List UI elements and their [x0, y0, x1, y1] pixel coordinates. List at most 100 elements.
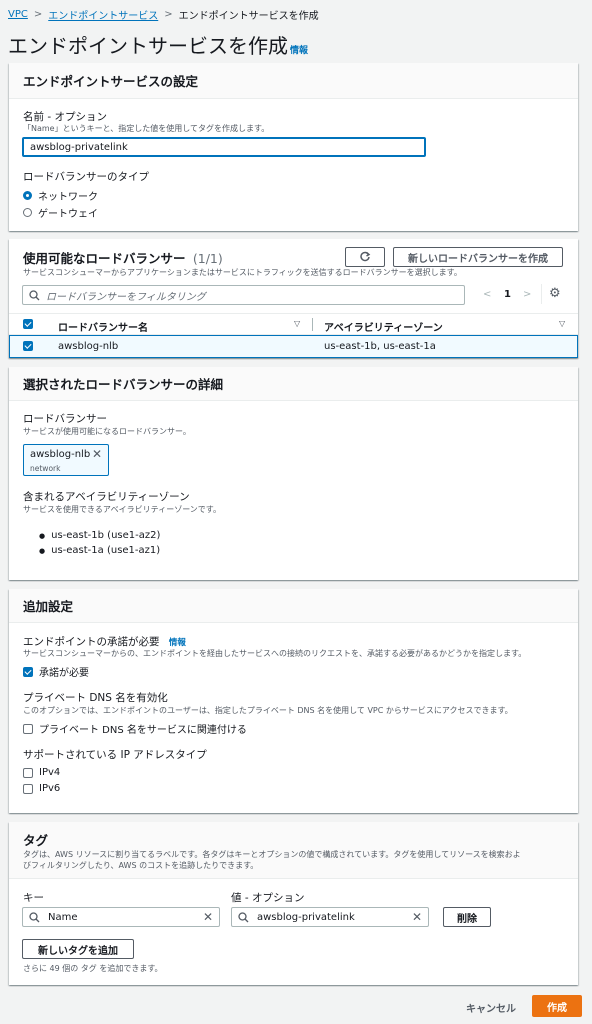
gear-icon[interactable]: ⚙: [549, 286, 561, 301]
dns-checkbox-row[interactable]: プライベート DNS 名をサービスに関連付ける: [23, 721, 247, 736]
table-row[interactable]: awsblog-nlb us-east-1b, us-east-1a: [9, 335, 578, 358]
info-link[interactable]: 情報: [290, 43, 308, 56]
col-az[interactable]: アベイラビリティーゾーン: [324, 319, 443, 334]
zone-item: us-east-1a (use1-az1): [51, 545, 161, 556]
list-item: ● us-east-1b (use1-az2): [39, 530, 160, 541]
tags-desc-2: びフィルタリングしたり、AWS のコストを追跡したりできます。: [23, 861, 259, 870]
token-type: network: [30, 464, 61, 473]
tag-key-value: Name: [48, 911, 78, 923]
name-label: 名前 - オプション: [23, 111, 107, 123]
lb-type-label: ロードバランサーのタイプ: [23, 171, 149, 183]
lb-label: ロードバランサー: [23, 413, 107, 425]
available-lbs-count: (1/1): [192, 251, 223, 266]
add-tag-button[interactable]: 新しいタグを追加: [22, 939, 134, 959]
available-lbs-heading: 使用可能なロードバランサー (1/1): [23, 248, 223, 267]
ipv6-checkbox[interactable]: [23, 783, 33, 794]
chevron-right-icon[interactable]: >: [523, 289, 531, 300]
table-header: ロードバランサー名 ▽ アベイラビリティーゾーン ▽: [9, 313, 578, 335]
accept-info-link[interactable]: 情報: [169, 638, 186, 648]
radio-unselected-icon[interactable]: [23, 208, 32, 217]
chevron-right-icon: >: [164, 9, 173, 20]
list-item: ● us-east-1a (use1-az1): [39, 545, 160, 556]
search-icon: [238, 911, 249, 922]
tag-value-input[interactable]: awsblog-privatelink ✕: [231, 907, 429, 927]
radio-network-label: ネットワーク: [38, 192, 98, 203]
key-label: キー: [23, 892, 44, 904]
clear-icon[interactable]: ✕: [203, 910, 213, 924]
name-input[interactable]: awsblog-privatelink: [22, 137, 426, 157]
search-icon: [29, 911, 40, 922]
breadcrumb: VPC > エンドポイントサービス > エンドポイントサービスを作成: [8, 7, 319, 22]
ipv6-label: IPv6: [39, 783, 61, 794]
sort-icon[interactable]: ▽: [294, 319, 300, 328]
remove-tag-button[interactable]: 削除: [443, 907, 491, 927]
tags-desc-1: タグは、AWS リソースに割り当てるラベルです。各タグはキーとオプションの値で構…: [23, 850, 521, 859]
additional-panel: 追加設定 エンドポイントの承諾が必要 情報 サービスコンシューマーからの、エンド…: [9, 589, 578, 813]
create-lb-button[interactable]: 新しいロードバランサーを作成: [393, 247, 563, 267]
tag-value-value: awsblog-privatelink: [257, 911, 355, 923]
dns-desc: このオプションでは、エンドポイントのユーザーは、指定したプライベート DNS 名…: [23, 706, 513, 715]
az-desc: サービスを使用できるアベイラビリティーゾーンです。: [23, 505, 221, 514]
page-title-text: エンドポイントサービスを作成: [8, 34, 288, 58]
accept-label-text: エンドポイントの承諾が必要: [23, 636, 160, 648]
refresh-icon: [360, 251, 371, 262]
close-icon[interactable]: ✕: [92, 447, 102, 461]
filter-placeholder: ロードバランサーをフィルタリング: [46, 291, 206, 303]
tags-panel: タグ タグは、AWS リソースに割り当てるラベルです。各タグはキーとオプションの…: [9, 822, 578, 985]
additional-heading: 追加設定: [9, 589, 578, 623]
ipv4-checkbox[interactable]: [23, 767, 33, 778]
dns-checkbox-label: プライベート DNS 名をサービスに関連付ける: [39, 725, 247, 736]
token-name: awsblog-nlb: [30, 449, 91, 460]
radio-selected-icon[interactable]: [23, 191, 32, 200]
accept-checkbox-label: 承諾が必要: [39, 668, 89, 679]
page-number[interactable]: 1: [504, 289, 511, 300]
bullet-icon: ●: [39, 546, 46, 555]
accept-desc: サービスコンシューマーからの、エンドポイントを経由したサービスへの接続のリクエス…: [23, 649, 527, 658]
page-title: エンドポイントサービスを作成 情報: [8, 30, 308, 59]
ip-label: サポートされている IP アドレスタイプ: [23, 749, 207, 761]
create-button[interactable]: 作成: [532, 995, 582, 1017]
tags-hint: さらに 49 個の タグ を追加できます。: [23, 964, 163, 973]
search-icon: [29, 289, 40, 300]
tags-heading: タグ: [23, 833, 49, 848]
chevron-right-icon: >: [33, 9, 43, 20]
ipv4-label: IPv4: [39, 767, 61, 778]
column-divider: [312, 318, 313, 331]
dns-checkbox[interactable]: [23, 723, 33, 734]
chevron-left-icon[interactable]: <: [483, 289, 491, 300]
tag-key-input[interactable]: Name ✕: [22, 907, 220, 927]
breadcrumb-current: エンドポイントサービスを作成: [178, 11, 319, 22]
lb-token: awsblog-nlb network ✕: [23, 444, 109, 476]
zone-item: us-east-1b (use1-az2): [51, 530, 161, 541]
bullet-icon: ●: [39, 531, 46, 540]
row-checkbox[interactable]: [23, 341, 33, 351]
radio-gateway-label: ゲートウェイ: [38, 209, 98, 220]
row-lb-name: awsblog-nlb: [58, 341, 119, 352]
cancel-button[interactable]: キャンセル: [466, 1000, 516, 1015]
lb-desc: サービスが使用可能になるロードバランサー。: [23, 427, 191, 436]
selected-details-panel: 選択されたロードバランサーの詳細 ロードバランサー サービスが使用可能になるロー…: [9, 367, 578, 580]
ipv4-checkbox-row[interactable]: IPv4: [23, 767, 60, 778]
available-lbs-desc: サービスコンシューマーからアプリケーションまたはサービスにトラフィックを送信する…: [23, 268, 462, 277]
select-all-checkbox[interactable]: [23, 319, 33, 329]
accept-checkbox-row[interactable]: 承諾が必要: [23, 664, 89, 679]
settings-heading: エンドポイントサービスの設定: [9, 63, 578, 99]
available-lbs-title: 使用可能なロードバランサー: [23, 251, 186, 266]
dns-label: プライベート DNS 名を有効化: [23, 692, 168, 704]
col-lb-name[interactable]: ロードバランサー名: [58, 319, 148, 334]
breadcrumb-vpc[interactable]: VPC: [8, 9, 28, 20]
clear-icon[interactable]: ✕: [412, 910, 422, 924]
refresh-button[interactable]: [345, 247, 385, 267]
sort-icon[interactable]: ▽: [559, 319, 565, 328]
ipv6-checkbox-row[interactable]: IPv6: [23, 783, 60, 794]
accept-label: エンドポイントの承諾が必要 情報: [23, 634, 186, 649]
radio-gateway[interactable]: ゲートウェイ: [23, 205, 98, 220]
available-lbs-panel: 使用可能なロードバランサー (1/1) サービスコンシューマーからアプリケーショ…: [9, 239, 578, 358]
radio-network[interactable]: ネットワーク: [23, 188, 98, 203]
divider: [541, 284, 542, 304]
row-zones: us-east-1b, us-east-1a: [324, 341, 436, 352]
breadcrumb-endpoint-services[interactable]: エンドポイントサービス: [48, 7, 158, 22]
accept-checkbox[interactable]: [23, 666, 33, 677]
settings-panel: エンドポイントサービスの設定 名前 - オプション 「Name」というキーと、指…: [9, 63, 578, 231]
filter-input[interactable]: ロードバランサーをフィルタリング: [22, 285, 465, 305]
